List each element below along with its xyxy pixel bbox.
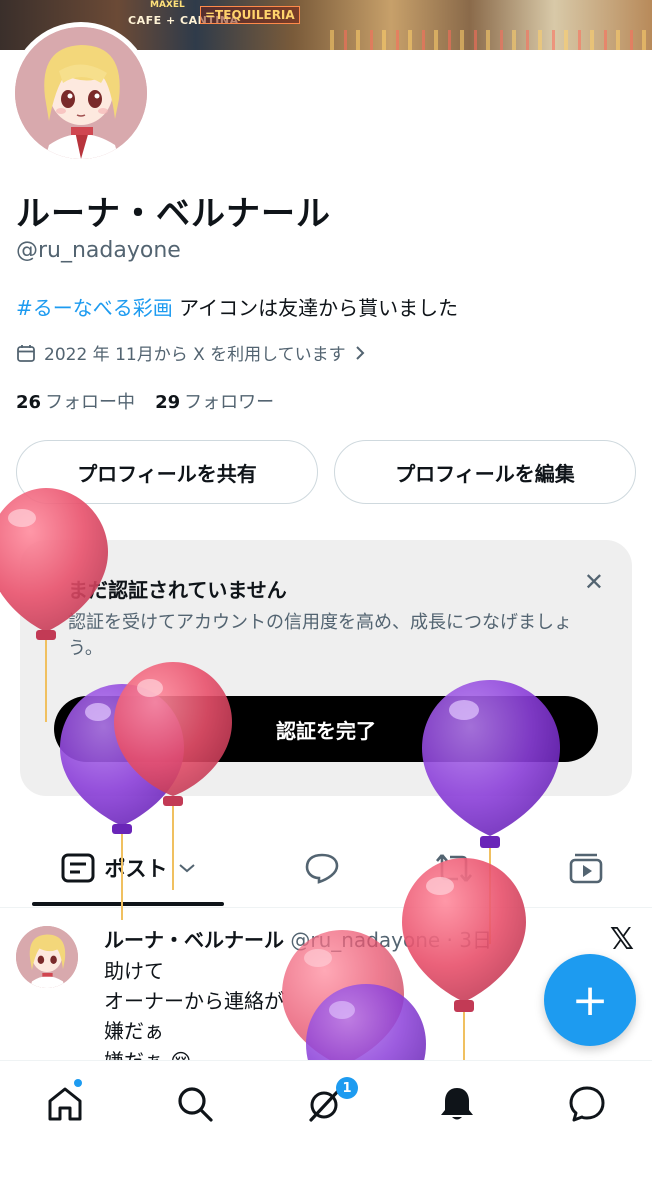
following-count: 26 (16, 392, 42, 413)
tab-reposts[interactable] (424, 830, 484, 906)
tab-media[interactable] (556, 830, 616, 906)
x-logo-icon: 𝕏 (609, 922, 634, 957)
post-body: 助けて オーナーから連絡が 嫌だぁ 嫌だぁ 😢 (104, 956, 284, 1060)
share-profile-button[interactable]: プロフィールを共有 (16, 440, 318, 504)
posts-tab-icon (61, 853, 94, 883)
following-link[interactable]: 26 フォロー中 (16, 388, 135, 414)
post-line: オーナーから連絡が (104, 989, 284, 1013)
chevron-right-icon (355, 345, 365, 360)
calendar-icon (17, 344, 35, 362)
media-icon (569, 853, 603, 884)
following-label: フォロー中 (45, 392, 136, 413)
verification-title: まだ認証されていません (68, 578, 287, 602)
reply-icon (305, 853, 339, 884)
post-avatar-illustration (16, 926, 78, 988)
complete-verification-button[interactable]: 認証を完了 (54, 696, 598, 762)
profile-tabs: ポスト (0, 830, 652, 908)
search-icon (178, 1087, 213, 1122)
followers-link[interactable]: 29 フォロワー (155, 388, 274, 414)
post-line: 嫌だぁ 😢 (104, 1046, 284, 1060)
profile-name: ルーナ・ベルナール (16, 194, 331, 234)
nav-notifications[interactable] (432, 1079, 482, 1129)
messages-badge: 1 (336, 1077, 358, 1099)
post-line: 嫌だぁ (104, 1019, 164, 1043)
joined-date-row[interactable]: 2022 年 11月から X を利用しています (16, 340, 366, 365)
joined-text: 2022 年 11月から X を利用しています (44, 345, 346, 365)
plus-icon: + (571, 974, 609, 1026)
tab-replies[interactable] (292, 830, 352, 906)
post-line: 助けて (104, 959, 164, 983)
nav-home[interactable] (40, 1079, 90, 1129)
verification-description: 認証を受けてアカウントの信用度を高め、成長につなげましょう。 (68, 612, 572, 659)
banner-sign-top: MAXEL (150, 0, 185, 10)
avatar-illustration (15, 27, 147, 159)
post-avatar[interactable] (16, 926, 78, 988)
banner-lights (330, 30, 652, 50)
nav-search[interactable] (170, 1079, 220, 1129)
profile-handle: @ru_nadayone (16, 238, 181, 263)
chat-icon (569, 1086, 605, 1122)
active-tab-indicator (32, 902, 224, 906)
compose-post-button[interactable]: + (544, 954, 636, 1046)
tab-posts[interactable]: ポスト (32, 830, 224, 906)
repost-icon (436, 854, 472, 882)
bell-icon (441, 1088, 473, 1120)
followers-label: フォロワー (184, 392, 275, 413)
home-notification-dot (74, 1079, 82, 1087)
post-handle-time: @ru_nadayone · 3日 (290, 928, 492, 952)
bio-hashtag[interactable]: #るーなべる彩画 (16, 296, 173, 320)
follow-stats: 26 フォロー中 29 フォロワー (16, 388, 274, 414)
edit-profile-button[interactable]: プロフィールを編集 (334, 440, 636, 504)
bio-text: アイコンは友達から貰いました (172, 296, 459, 320)
chevron-down-icon (178, 864, 195, 873)
post-author-name[interactable]: ルーナ・ベルナール (104, 928, 284, 952)
followers-count: 29 (155, 392, 181, 413)
nav-messages[interactable] (562, 1079, 612, 1129)
profile-bio: #るーなべる彩画 アイコンは友達から貰いました (16, 292, 458, 321)
close-icon[interactable]: ✕ (584, 568, 604, 596)
tab-posts-label: ポスト (104, 857, 168, 881)
post-header: ルーナ・ベルナール @ru_nadayone · 3日 (104, 924, 492, 953)
home-icon (48, 1087, 82, 1121)
banner-sign-right: =TEQUILERIA (200, 6, 300, 24)
profile-avatar[interactable] (10, 22, 152, 164)
verification-card: まだ認証されていません ✕ 認証を受けてアカウントの信用度を高め、成長につなげま… (20, 540, 632, 796)
bottom-navigation: 1 (0, 1060, 652, 1200)
